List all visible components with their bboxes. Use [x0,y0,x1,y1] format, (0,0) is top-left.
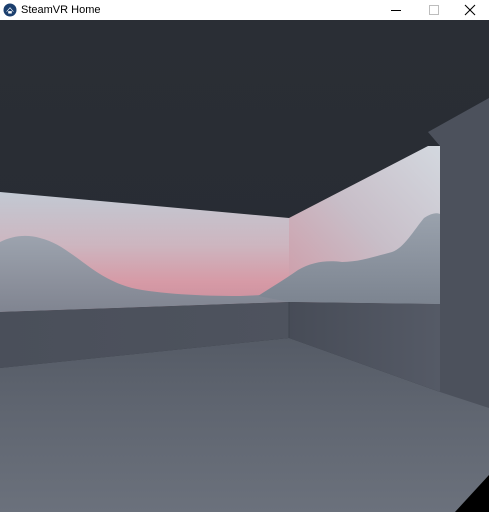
maximize-icon [429,5,439,15]
steamvr-home-window: SteamVR Home [0,0,489,512]
minimize-icon [391,10,401,11]
close-button[interactable] [451,0,489,20]
minimize-button[interactable] [377,0,415,20]
title-bar[interactable]: SteamVR Home [0,0,489,20]
vr-scene-viewport[interactable] [0,20,489,512]
steamvr-logo-icon [3,3,17,17]
window-title: SteamVR Home [21,4,101,16]
close-icon [464,4,476,16]
vr-room-scene [0,20,489,512]
maximize-button[interactable] [415,0,453,20]
